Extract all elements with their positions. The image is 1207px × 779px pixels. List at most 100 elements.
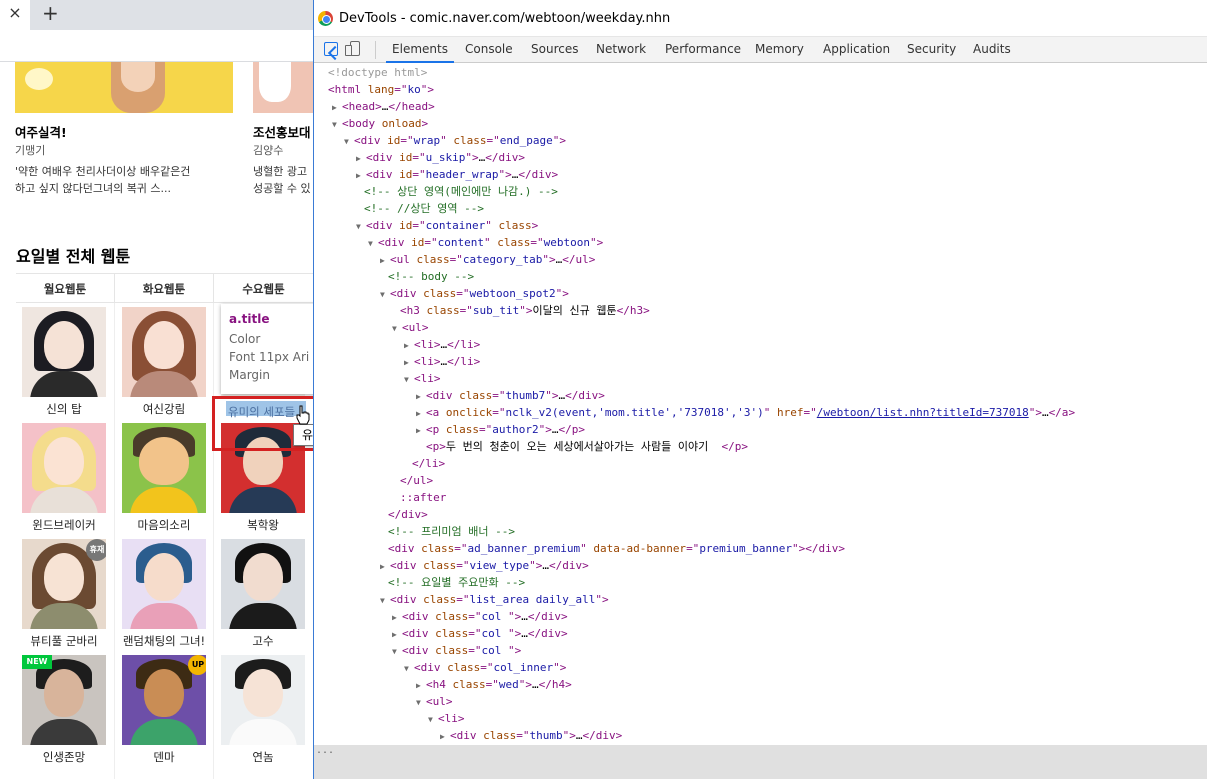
collapse-triangle-icon[interactable]: ▼ <box>344 133 354 150</box>
webtoon-title[interactable]: 랜덤채팅의 그녀! <box>114 633 214 649</box>
expand-triangle-icon[interactable]: ▶ <box>440 728 450 745</box>
dom-node-line[interactable]: </div> <box>388 506 428 523</box>
dom-node-line[interactable]: <!-- 프리미엄 배너 --> <box>388 523 515 540</box>
expand-triangle-icon[interactable]: ▶ <box>404 354 414 371</box>
work-author[interactable]: 기맹기 <box>15 142 45 158</box>
dom-node-line[interactable]: ▶ <div id="header_wrap">…</div> <box>356 166 558 183</box>
collapse-triangle-icon[interactable]: ▼ <box>404 660 414 677</box>
collapse-triangle-icon[interactable]: ▼ <box>428 711 438 728</box>
dom-node-line[interactable]: ▼ <body onload> <box>332 115 428 132</box>
work-thumbnail[interactable] <box>253 62 313 113</box>
dom-node-line[interactable]: ▶ <li>…</li> <box>404 353 480 370</box>
dom-node-line[interactable]: ▶ <p class="author2">…</p> <box>416 421 585 438</box>
webtoon-thumbnail[interactable]: UP <box>122 655 206 745</box>
dom-node-line[interactable]: ▼ <ul> <box>392 319 429 336</box>
webtoon-title[interactable]: 마음의소리 <box>114 517 214 533</box>
day-column-mon[interactable]: 월요웹툰 <box>16 274 115 304</box>
tab-memory[interactable]: Memory <box>755 37 804 63</box>
day-column-tue[interactable]: 화요웹툰 <box>115 274 214 304</box>
webtoon-title[interactable]: 고수 <box>213 633 313 649</box>
expand-triangle-icon[interactable]: ▶ <box>380 252 390 269</box>
webtoon-title[interactable]: 신의 탑 <box>14 401 114 417</box>
webtoon-title[interactable]: 덴마 <box>114 749 214 765</box>
dom-node-line[interactable]: ▼ <div class="list_area daily_all"> <box>380 591 609 608</box>
webtoon-title[interactable]: 복학왕 <box>213 517 313 533</box>
dom-node-line[interactable]: ▶ <li>…</li> <box>404 336 480 353</box>
dom-node-line[interactable]: ▼ <div id="wrap" class="end_page"> <box>344 132 566 149</box>
dom-node-line[interactable]: <!-- body --> <box>388 268 474 285</box>
expand-triangle-icon[interactable]: ▶ <box>356 150 366 167</box>
dom-node-line[interactable]: ▼ <li> <box>404 370 441 387</box>
device-toolbar-icon[interactable] <box>345 41 360 56</box>
dom-node-line[interactable]: ▼ <div id="content" class="webtoon"> <box>368 234 603 251</box>
webtoon-thumbnail[interactable] <box>22 307 106 397</box>
dom-node-line[interactable]: <!doctype html> <box>328 64 427 81</box>
expand-triangle-icon[interactable]: ▶ <box>416 677 426 694</box>
tab-security[interactable]: Security <box>907 37 956 63</box>
work-title[interactable]: 조선홍보대 <box>253 122 311 141</box>
collapse-triangle-icon[interactable]: ▼ <box>356 218 366 235</box>
dom-node-line[interactable]: ▶ <a onclick="nclk_v2(event,'mom.title','… <box>416 404 1075 421</box>
webtoon-title[interactable]: 뷰티풀 군바리 <box>14 633 114 649</box>
tab-elements[interactable]: Elements <box>386 37 454 63</box>
dom-node-line[interactable]: <h3 class="sub_tit">이달의 신규 웹툰</h3> <box>400 302 650 319</box>
expand-triangle-icon[interactable]: ▶ <box>332 99 342 116</box>
dom-node-line[interactable]: ▼ <ul> <box>416 693 453 710</box>
node-actions-icon[interactable]: ... <box>316 745 334 756</box>
dom-tree[interactable]: <!doctype html> <html lang="ko"> ▶ <head>…<… <box>314 64 1207 745</box>
dom-node-line[interactable]: ▶ <div class="thumb">…</div> <box>440 727 622 744</box>
dom-node-line[interactable]: <!-- 상단 영역(메인에만 나감.) --> <box>364 183 558 200</box>
tab-network[interactable]: Network <box>596 37 646 63</box>
expand-triangle-icon[interactable]: ▶ <box>392 609 402 626</box>
webtoon-thumbnail[interactable] <box>122 423 206 513</box>
tab-application[interactable]: Application <box>823 37 890 63</box>
work-author[interactable]: 김양수 <box>253 142 283 158</box>
collapse-triangle-icon[interactable]: ▼ <box>404 371 414 388</box>
webtoon-thumbnail[interactable] <box>221 539 305 629</box>
dom-node-line[interactable]: ▶ <div class="col ">…</div> <box>392 608 568 625</box>
webtoon-thumbnail[interactable] <box>122 539 206 629</box>
dom-node-line[interactable]: ▼ <div class="webtoon_spot2"> <box>380 285 569 302</box>
webtoon-title[interactable]: 인생존망 <box>14 749 114 765</box>
tab-performance[interactable]: Performance <box>665 37 741 63</box>
webtoon-title[interactable]: 여신강림 <box>114 401 214 417</box>
dom-node-line[interactable]: ▼ <div class="col_inner"> <box>404 659 566 676</box>
dom-node-line[interactable]: ▼ <div class="col "> <box>392 642 521 659</box>
webtoon-title[interactable]: 연놈 <box>213 749 313 765</box>
tab-sources[interactable]: Sources <box>531 37 578 63</box>
dom-node-line[interactable]: ▼ <li> <box>428 710 465 727</box>
webtoon-thumbnail[interactable]: 휴재 <box>22 539 106 629</box>
dom-node-line[interactable]: <html lang="ko"> <box>328 81 434 98</box>
webtoon-thumbnail[interactable] <box>22 423 106 513</box>
dom-node-line[interactable]: </ul> <box>400 472 433 489</box>
close-tab-icon[interactable]: × <box>0 0 30 30</box>
collapse-triangle-icon[interactable]: ▼ <box>332 116 342 133</box>
dom-node-line[interactable]: ▶ <div class="thumb7">…</div> <box>416 387 605 404</box>
dom-node-line[interactable]: ::after <box>400 489 446 506</box>
inspect-element-icon[interactable] <box>324 42 338 56</box>
expand-triangle-icon[interactable]: ▶ <box>416 388 426 405</box>
expand-triangle-icon[interactable]: ▶ <box>380 558 390 575</box>
webtoon-title[interactable]: 윈드브레이커 <box>14 517 114 533</box>
expand-triangle-icon[interactable]: ▶ <box>392 626 402 643</box>
collapse-triangle-icon[interactable]: ▼ <box>416 694 426 711</box>
dom-node-line[interactable]: <div class="ad_banner_premium" data-ad-b… <box>388 540 845 557</box>
collapse-triangle-icon[interactable]: ▼ <box>392 320 402 337</box>
dom-node-line[interactable]: ▶ <div class="col ">…</div> <box>392 625 568 642</box>
webtoon-thumbnail[interactable] <box>221 655 305 745</box>
collapse-triangle-icon[interactable]: ▼ <box>368 235 378 252</box>
webtoon-thumbnail[interactable] <box>122 307 206 397</box>
new-tab-icon[interactable]: + <box>42 1 59 25</box>
collapse-triangle-icon[interactable]: ▼ <box>380 286 390 303</box>
dom-node-line[interactable]: <!-- //상단 영역 --> <box>364 200 484 217</box>
tab-console[interactable]: Console <box>465 37 513 63</box>
dom-node-line[interactable]: ▶ <head>…</head> <box>332 98 435 115</box>
work-title[interactable]: 여주실격! <box>15 122 67 141</box>
expand-triangle-icon[interactable]: ▶ <box>404 337 414 354</box>
dom-node-line[interactable]: ▶ <div id="u_skip">…</div> <box>356 149 525 166</box>
expand-triangle-icon[interactable]: ▶ <box>356 167 366 184</box>
work-thumbnail[interactable] <box>15 62 233 113</box>
dom-node-line[interactable]: </li> <box>412 455 445 472</box>
webtoon-thumbnail[interactable]: NEW <box>22 655 106 745</box>
collapse-triangle-icon[interactable]: ▼ <box>392 643 402 660</box>
